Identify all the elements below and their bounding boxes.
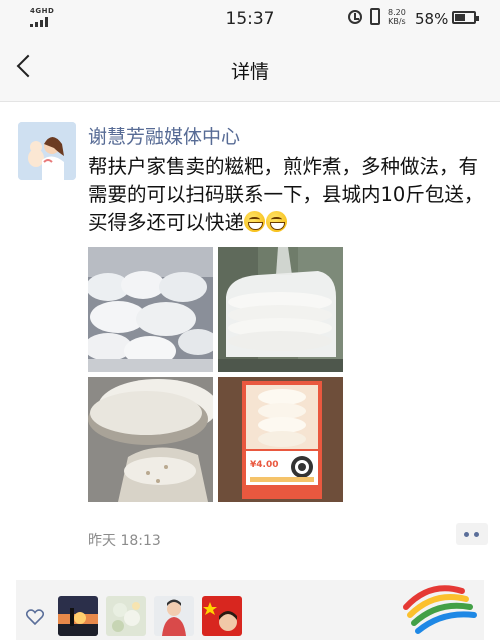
watermark-logo <box>403 585 477 634</box>
like-avatar-flag[interactable] <box>202 596 242 636</box>
alarm-icon <box>348 10 362 24</box>
heart-icon <box>26 609 44 625</box>
dot-icon <box>474 532 479 537</box>
post-timestamp: 昨天 18:13 <box>88 533 161 549</box>
author-avatar[interactable] <box>18 122 76 180</box>
photo-ciba-bags[interactable] <box>88 247 213 372</box>
photo-ciba-stack[interactable] <box>218 247 343 372</box>
like-avatar-person[interactable] <box>154 596 194 636</box>
page-title: 详情 <box>230 61 269 83</box>
battery-percent: 58% <box>415 10 449 28</box>
nav-bar: 详情 <box>0 36 500 102</box>
network-speed: 8.20 KB/s <box>388 8 406 26</box>
battery-icon <box>452 11 479 24</box>
dot-icon <box>464 532 469 537</box>
network-speed-unit: KB/s <box>388 17 406 26</box>
post-text: 帮扶户家售卖的糍粑，煎炸煮，多种做法，有需要的可以扫码联系一下，县城内10斤包送… <box>88 153 488 237</box>
poster-price: ¥4.00 <box>250 460 278 470</box>
status-bar: 4GHD 15:37 8.20 KB/s 58% <box>0 0 500 36</box>
photo-ciba-closeup[interactable] <box>88 377 213 502</box>
author-name-link[interactable]: 谢慧芳融媒体中心 <box>88 122 240 149</box>
like-avatar-flowers[interactable] <box>106 596 146 636</box>
like-avatar-sunset[interactable] <box>58 596 98 636</box>
network-speed-value: 8.20 <box>388 8 406 17</box>
vibrate-icon <box>370 8 380 25</box>
more-options-button[interactable] <box>456 523 488 545</box>
grinning-face-emoji <box>244 211 266 232</box>
battery-fill <box>455 14 466 21</box>
photo-qr-poster[interactable]: ¥4.00 <box>218 377 343 502</box>
grinning-face-emoji <box>266 211 288 232</box>
